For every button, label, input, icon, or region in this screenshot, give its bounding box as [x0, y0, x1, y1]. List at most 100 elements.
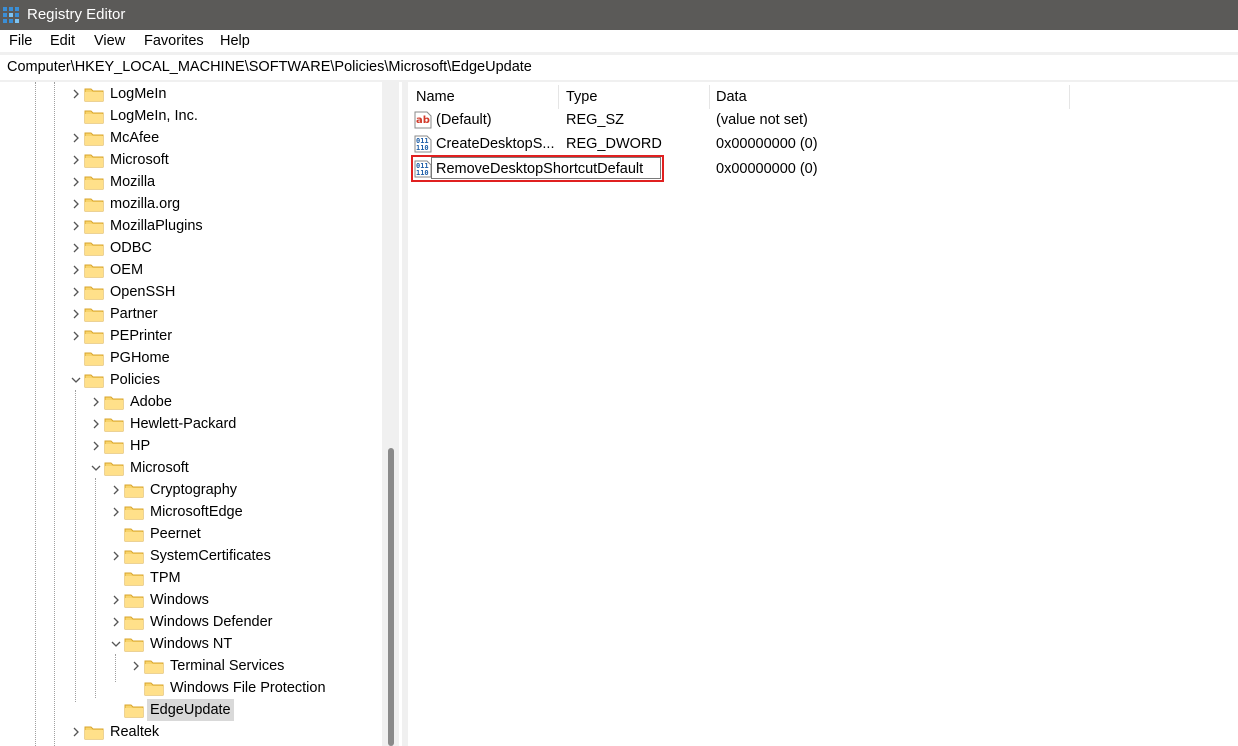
tree-item[interactable]: LogMeIn [0, 83, 382, 105]
chevron-down-icon[interactable] [90, 457, 102, 479]
menu-favorites[interactable]: Favorites [144, 33, 204, 49]
column-divider[interactable] [558, 85, 559, 109]
string-value-icon: ab [414, 111, 432, 129]
column-header-data[interactable]: Data [716, 85, 747, 109]
chevron-right-icon[interactable] [110, 479, 122, 501]
folder-icon [144, 680, 164, 696]
folder-icon [84, 196, 104, 212]
tree-item[interactable]: TPM [0, 567, 382, 589]
chevron-right-icon[interactable] [70, 281, 82, 303]
tree-item[interactable]: Windows [0, 589, 382, 611]
value-name: (Default) [436, 112, 492, 128]
folder-icon [84, 108, 104, 124]
tree-item[interactable]: Microsoft [0, 149, 382, 171]
folder-icon [84, 130, 104, 146]
tree-item-label: SystemCertificates [150, 548, 271, 564]
column-divider[interactable] [709, 85, 710, 109]
tree-item[interactable]: Hewlett-Packard [0, 413, 382, 435]
value-type: REG_SZ [566, 112, 625, 128]
tree-item[interactable]: Windows Defender [0, 611, 382, 633]
tree-item[interactable]: Windows File Protection [0, 677, 382, 699]
chevron-right-icon[interactable] [70, 127, 82, 149]
tree-item-label: Hewlett-Packard [130, 416, 237, 432]
tree-item[interactable]: LogMeIn, Inc. [0, 105, 382, 127]
tree-item[interactable]: Adobe [0, 391, 382, 413]
tree-item[interactable]: Cryptography [0, 479, 382, 501]
chevron-right-icon[interactable] [70, 193, 82, 215]
tree-item[interactable]: Mozilla [0, 171, 382, 193]
chevron-right-icon[interactable] [70, 237, 82, 259]
tree-item-label: Windows NT [150, 636, 233, 652]
address-path[interactable]: Computer\HKEY_LOCAL_MACHINE\SOFTWARE\Pol… [7, 59, 532, 75]
chevron-right-icon[interactable] [130, 655, 142, 677]
tree-item[interactable]: HP [0, 435, 382, 457]
chevron-right-icon[interactable] [70, 721, 82, 743]
tree-item[interactable]: PEPrinter [0, 325, 382, 347]
tree-item[interactable]: Microsoft [0, 457, 382, 479]
folder-icon [84, 152, 104, 168]
tree-item[interactable]: mozilla.org [0, 193, 382, 215]
tree-item[interactable]: Windows NT [0, 633, 382, 655]
tree-item-label: Realtek [110, 724, 160, 740]
chevron-down-icon[interactable] [70, 369, 82, 391]
tree-item[interactable]: Peernet [0, 523, 382, 545]
tree-item-label: Cryptography [150, 482, 238, 498]
folder-icon [84, 724, 104, 740]
value-name: CreateDesktopS... [436, 136, 555, 152]
value-data: 0x00000000 (0) [716, 136, 818, 152]
folder-icon [84, 218, 104, 234]
tree-item[interactable]: PGHome [0, 347, 382, 369]
tree-item[interactable]: McAfee [0, 127, 382, 149]
chevron-right-icon[interactable] [70, 171, 82, 193]
tree-item[interactable]: Realtek [0, 721, 382, 743]
menu-file[interactable]: File [9, 33, 32, 49]
tree-item-label: Windows File Protection [170, 680, 326, 696]
chevron-right-icon[interactable] [110, 589, 122, 611]
folder-icon [104, 438, 124, 454]
tree-item-label: mozilla.org [110, 196, 181, 212]
chevron-right-icon[interactable] [70, 149, 82, 171]
chevron-down-icon[interactable] [110, 633, 122, 655]
tree-item-label: MozillaPlugins [110, 218, 203, 234]
column-divider[interactable] [1069, 85, 1070, 109]
menu-edit[interactable]: Edit [50, 33, 75, 49]
chevron-right-icon[interactable] [70, 325, 82, 347]
tree-item-label: OpenSSH [110, 284, 176, 300]
chevron-right-icon[interactable] [70, 259, 82, 281]
chevron-right-icon[interactable] [90, 391, 102, 413]
folder-icon [124, 592, 144, 608]
chevron-right-icon[interactable] [90, 435, 102, 457]
folder-icon [124, 614, 144, 630]
value-data: (value not set) [716, 112, 808, 128]
chevron-right-icon[interactable] [70, 215, 82, 237]
tree-item[interactable]: Policies [0, 369, 382, 391]
chevron-right-icon[interactable] [70, 83, 82, 105]
folder-icon [144, 658, 164, 674]
chevron-right-icon[interactable] [70, 303, 82, 325]
chevron-right-icon[interactable] [110, 501, 122, 523]
column-header-name[interactable]: Name [416, 85, 455, 109]
tree-item-label: OEM [110, 262, 144, 278]
tree-item[interactable]: MicrosoftEdge [0, 501, 382, 523]
tree-item[interactable]: EdgeUpdate [0, 699, 382, 721]
tree-item[interactable]: SystemCertificates [0, 545, 382, 567]
value-row[interactable]: 011 110 CreateDesktopS... REG_DWORD 0x00… [408, 133, 1238, 155]
tree-item[interactable]: Terminal Services [0, 655, 382, 677]
folder-icon [84, 86, 104, 102]
column-header-type[interactable]: Type [566, 85, 597, 109]
tree-item[interactable]: ODBC [0, 237, 382, 259]
value-row[interactable]: ab (Default) REG_SZ (value not set) [408, 109, 1238, 131]
key-tree[interactable]: LogMeIn LogMeIn, Inc. McAfee Microsoft Mozil… [0, 82, 382, 746]
tree-item[interactable]: OEM [0, 259, 382, 281]
tree-scrollbar-thumb[interactable] [388, 448, 394, 746]
chevron-right-icon[interactable] [110, 611, 122, 633]
address-bar[interactable]: Computer\HKEY_LOCAL_MACHINE\SOFTWARE\Pol… [0, 55, 1238, 80]
value-data: 0x00000000 (0) [716, 161, 818, 177]
tree-item[interactable]: MozillaPlugins [0, 215, 382, 237]
chevron-right-icon[interactable] [110, 545, 122, 567]
tree-item[interactable]: OpenSSH [0, 281, 382, 303]
tree-item[interactable]: Partner [0, 303, 382, 325]
menu-view[interactable]: View [94, 33, 125, 49]
chevron-right-icon[interactable] [90, 413, 102, 435]
menu-help[interactable]: Help [220, 33, 250, 49]
